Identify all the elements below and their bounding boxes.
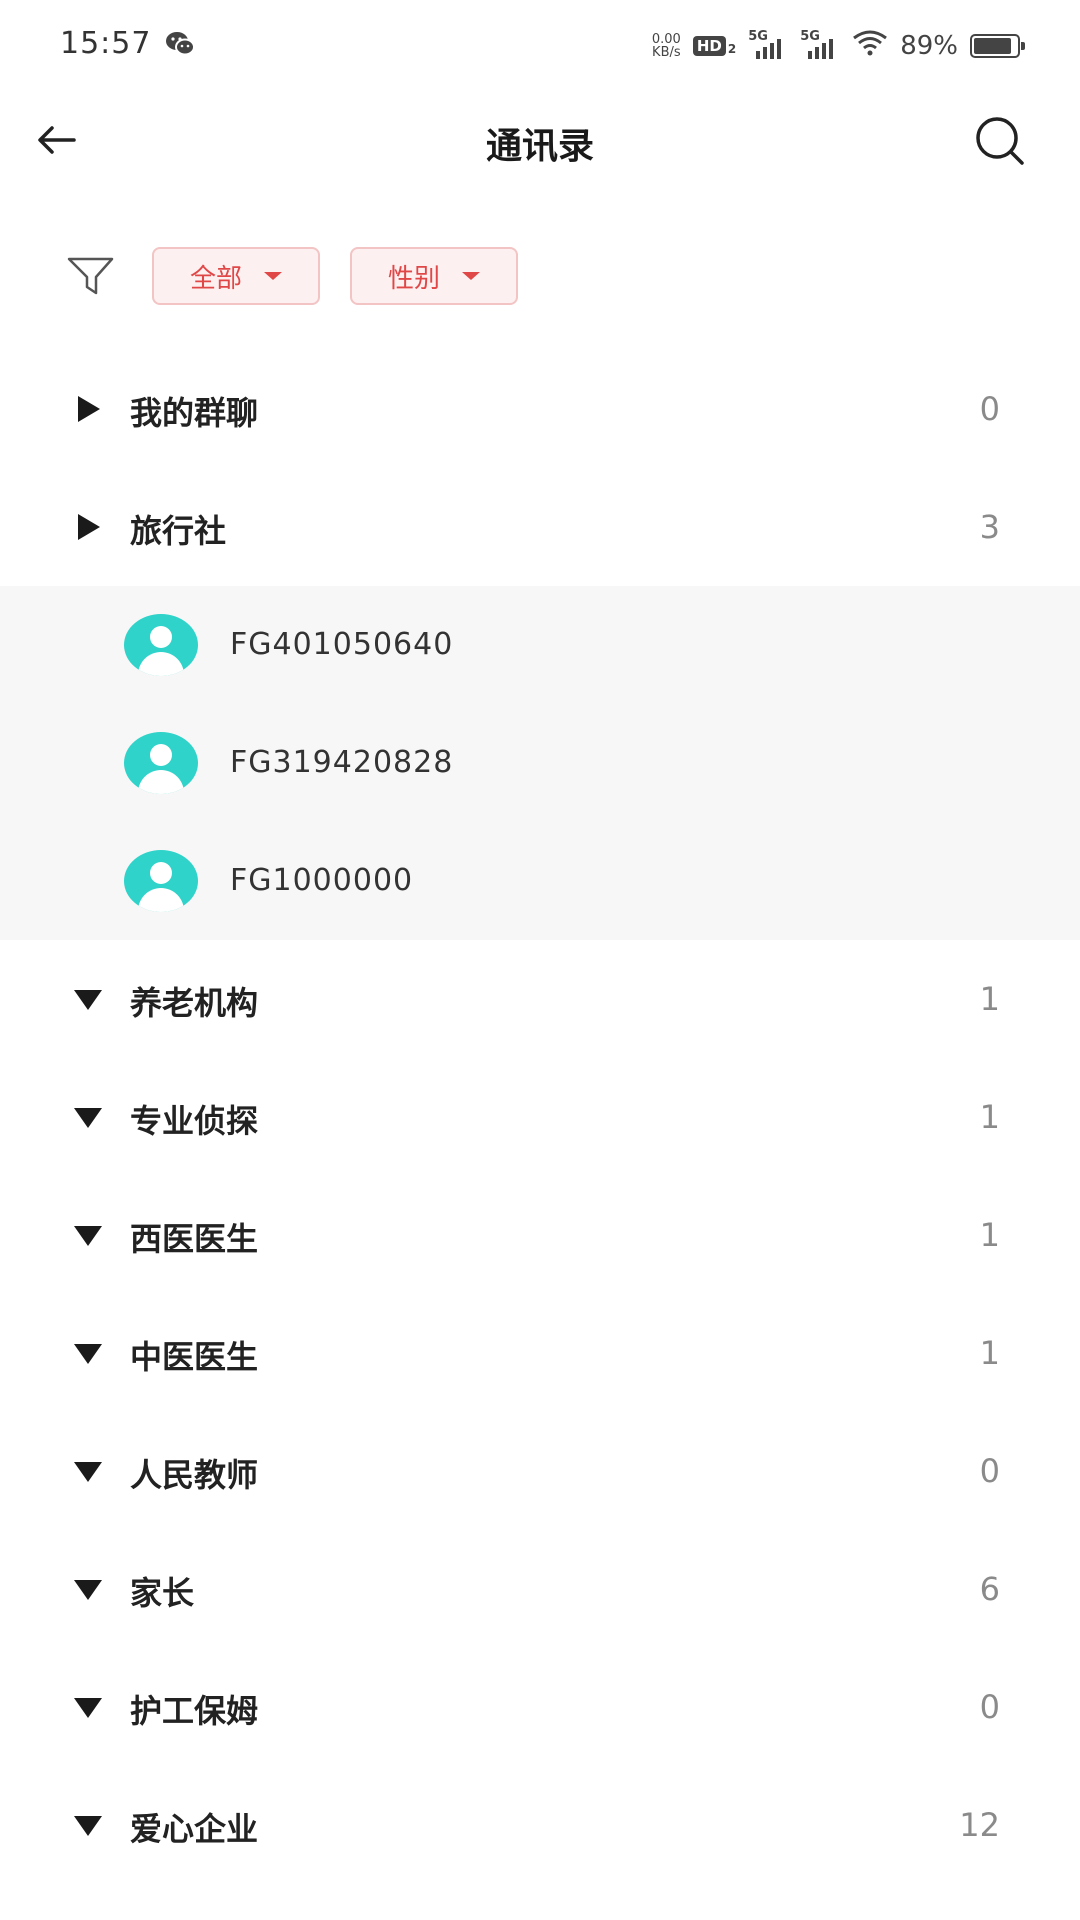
avatar (124, 732, 198, 794)
wechat-icon (165, 30, 195, 62)
group-row-detective[interactable]: 专业侦探 1 (0, 1058, 1080, 1176)
caret-right-icon (78, 514, 100, 540)
group-count: 6 (979, 1570, 1000, 1608)
hd-label: HD (692, 36, 726, 56)
hd-sub: 2 (727, 42, 737, 56)
avatar (124, 614, 198, 676)
group-count: 1 (979, 980, 1000, 1018)
chip-label: 全部 (189, 263, 242, 294)
member-name: FG319420828 (230, 745, 454, 780)
caret-down-icon (74, 1226, 102, 1246)
contact-groups: 我的群聊 0 旅行社 3 FG401050640 FG319420828 FG1… (0, 350, 1080, 1884)
signal-icon: 5G (748, 29, 788, 59)
filter-chip-all[interactable]: 全部 (152, 247, 320, 305)
group-name: 爱心企业 (130, 1810, 259, 1848)
group-row-travel-agency[interactable]: 旅行社 3 (0, 468, 1080, 586)
status-bar: 15:57 0.00 KB/s HD 2 5G 5G 89% (0, 0, 1080, 90)
member-name: FG401050640 (230, 627, 454, 662)
caret-down-icon (74, 1698, 102, 1718)
status-indicators: 0.00 KB/s HD 2 5G 5G 89% (652, 28, 1025, 64)
battery-fill (974, 38, 1012, 54)
signal-icon: 5G (800, 29, 840, 59)
group-count: 0 (979, 1452, 1000, 1490)
group-count: 1 (979, 1098, 1000, 1136)
battery-icon (970, 34, 1025, 58)
group-count: 12 (959, 1806, 1000, 1844)
wifi-icon (852, 29, 888, 64)
group-row-teacher[interactable]: 人民教师 0 (0, 1412, 1080, 1530)
group-row-western-doctor[interactable]: 西医医生 1 (0, 1176, 1080, 1294)
member-row[interactable]: FG401050640 (0, 586, 1080, 704)
group-name: 中医医生 (130, 1338, 259, 1376)
group-name: 人民教师 (130, 1456, 259, 1494)
group-count: 0 (979, 1688, 1000, 1726)
group-row-chinese-doctor[interactable]: 中医医生 1 (0, 1294, 1080, 1412)
group-count: 0 (979, 390, 1000, 428)
member-name: FG1000000 (230, 863, 414, 898)
group-name: 西医医生 (130, 1220, 259, 1258)
group-row-charity-enterprise[interactable]: 爱心企业 12 (0, 1766, 1080, 1884)
group-name: 养老机构 (130, 984, 259, 1022)
member-list: FG401050640 FG319420828 FG1000000 (0, 586, 1080, 940)
group-row-elderly-care[interactable]: 养老机构 1 (0, 940, 1080, 1058)
status-time: 15:57 (60, 26, 152, 61)
group-name: 护工保姆 (130, 1692, 259, 1730)
member-row[interactable]: FG319420828 (0, 704, 1080, 822)
filter-button[interactable] (66, 253, 116, 299)
member-row[interactable]: FG1000000 (0, 822, 1080, 940)
group-count: 1 (979, 1334, 1000, 1372)
group-name: 旅行社 (130, 512, 227, 550)
battery-percent: 89% (900, 31, 958, 61)
caret-down-icon (74, 1344, 102, 1364)
funnel-icon (67, 257, 114, 295)
caret-down-icon (264, 272, 282, 280)
caret-down-icon (74, 1462, 102, 1482)
group-row-my-group-chats[interactable]: 我的群聊 0 (0, 350, 1080, 468)
net-speed-unit: KB/s (652, 45, 681, 60)
group-row-caregiver[interactable]: 护工保姆 0 (0, 1648, 1080, 1766)
group-name: 我的群聊 (130, 394, 259, 432)
caret-right-icon (78, 396, 100, 422)
filter-chip-gender[interactable]: 性别 (350, 247, 518, 305)
caret-down-icon (74, 1108, 102, 1128)
filter-row: 全部 性别 (0, 245, 1080, 307)
group-row-parent[interactable]: 家长 6 (0, 1530, 1080, 1648)
caret-down-icon (74, 1580, 102, 1600)
net-speed: 0.00 KB/s (652, 33, 681, 59)
group-name: 专业侦探 (130, 1102, 259, 1140)
search-button[interactable] (970, 111, 1030, 171)
signal-label: 5G (800, 29, 820, 44)
app-header: 通讯录 (0, 95, 1080, 185)
group-count: 3 (979, 508, 1000, 546)
group-name: 家长 (130, 1574, 195, 1612)
caret-down-icon (462, 272, 480, 280)
page-title: 通讯录 (485, 126, 594, 167)
group-count: 1 (979, 1216, 1000, 1254)
search-icon (976, 117, 1024, 165)
avatar (124, 850, 198, 912)
hd-icon: HD 2 (692, 36, 737, 56)
caret-down-icon (74, 990, 102, 1010)
caret-down-icon (74, 1816, 102, 1836)
signal-label: 5G (748, 29, 768, 44)
chip-label: 性别 (387, 263, 440, 294)
